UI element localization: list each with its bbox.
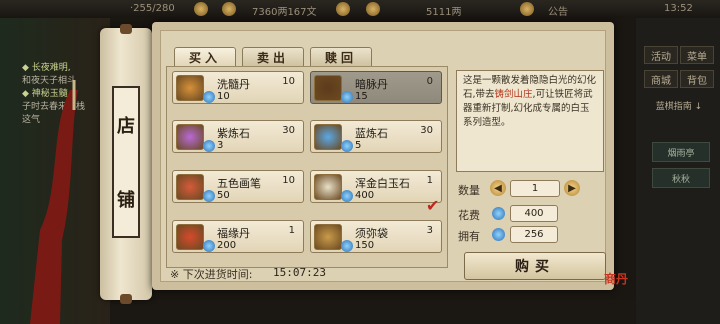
- item-name: 蓝炼石: [355, 127, 388, 140]
- item-price: 10: [217, 91, 230, 102]
- item-price: 15: [355, 91, 368, 102]
- owned-label: 拥有: [458, 230, 480, 243]
- gem-currency-icon: [341, 240, 353, 252]
- item-icon: [176, 124, 204, 150]
- item-qty: 10: [282, 76, 295, 87]
- add-money-icon[interactable]: [336, 2, 350, 16]
- item-name: 五色画笔: [217, 177, 261, 190]
- notice-button[interactable]: 公告: [548, 3, 568, 18]
- buy-button[interactable]: 购买: [464, 252, 606, 280]
- owned-value: 256: [510, 226, 558, 243]
- mall-button[interactable]: 商城: [644, 70, 678, 88]
- gem-currency-icon: [203, 240, 215, 252]
- item-name: 须弥袋: [355, 227, 388, 240]
- item-icon: [176, 224, 204, 250]
- shop-sign-char: 店: [117, 116, 135, 137]
- checkmark-icon: ✔: [426, 196, 440, 215]
- item-icon: [176, 75, 204, 101]
- side-button-yanyuting[interactable]: 烟雨亭: [652, 142, 710, 162]
- shop-seal-stamp: 商丹: [604, 272, 629, 286]
- bottom-toolbar: [110, 300, 636, 324]
- cost-value: 400: [510, 205, 558, 222]
- decrease-arrow-icon[interactable]: ◀: [490, 180, 506, 196]
- item-price: 50: [217, 190, 230, 201]
- ingot-icon: [366, 2, 380, 16]
- item-qty: 1: [288, 225, 295, 236]
- gem-currency-icon: [341, 190, 353, 202]
- side-button-qiuqiu[interactable]: 秋秋: [652, 168, 710, 188]
- item-price: 3: [217, 140, 224, 151]
- gem-currency-icon: [203, 91, 215, 103]
- add-gold-icon[interactable]: [520, 2, 534, 16]
- item-icon: [314, 75, 342, 101]
- restock-label: ※ 下次进货时间:: [170, 268, 253, 281]
- item-qty: 3: [426, 225, 433, 236]
- item-card[interactable]: 暗脉丹 0 15: [310, 71, 442, 104]
- restock-time: 15:07:23: [273, 266, 326, 279]
- clock: 13:52: [664, 3, 693, 14]
- tab-sell[interactable]: 卖出: [242, 47, 304, 67]
- item-icon: [176, 174, 204, 200]
- add-currency-icon[interactable]: [194, 2, 208, 16]
- description-highlight: 铸剑山庄: [494, 89, 533, 100]
- item-description: 这是一颗散发着隐隐白光的幻化石,带去铸剑山庄,可让铁匠将武器重新打制,幻化成专属…: [456, 70, 604, 172]
- top-status-bar: ·255/280 7360两167文 5111两 公告 13:52: [0, 0, 720, 18]
- tab-redeem[interactable]: 赎回: [310, 47, 372, 67]
- item-price: 400: [355, 190, 375, 201]
- item-qty: 0: [426, 76, 433, 87]
- item-card[interactable]: 洗髓丹 10 10: [172, 71, 304, 104]
- item-price: 150: [355, 240, 375, 251]
- item-price: 200: [217, 240, 237, 251]
- increase-arrow-icon[interactable]: ▶: [564, 180, 580, 196]
- gem-currency-icon: [341, 91, 353, 103]
- menu-button[interactable]: 菜单: [680, 46, 714, 64]
- item-icon: [314, 174, 342, 200]
- coin-icon: [222, 2, 236, 16]
- item-card[interactable]: 须弥袋 3 150: [310, 220, 442, 253]
- item-qty: 10: [282, 175, 295, 186]
- item-qty: 30: [420, 125, 433, 136]
- item-qty: 1: [426, 175, 433, 186]
- bag-button[interactable]: 背包: [680, 70, 714, 88]
- item-icon: [314, 124, 342, 150]
- item-name: 洗髓丹: [217, 78, 250, 91]
- quantity-label: 数量: [458, 184, 480, 197]
- item-name: 福缘丹: [217, 227, 250, 240]
- item-card[interactable]: 紫炼石 30 3: [172, 120, 304, 153]
- item-card[interactable]: 五色画笔 10 50: [172, 170, 304, 203]
- item-name: 暗脉丹: [355, 78, 388, 91]
- activity-button[interactable]: 活动: [644, 46, 678, 64]
- item-card[interactable]: 浑金白玉石 1 400: [310, 170, 442, 203]
- gem-currency-icon: [492, 207, 505, 220]
- gem-currency-icon: [203, 140, 215, 152]
- item-qty: 30: [282, 125, 295, 136]
- stamina-value: ·255/280: [130, 3, 175, 14]
- gem-currency-icon: [341, 140, 353, 152]
- guide-label[interactable]: 蓝棋指南 ↓: [644, 96, 714, 114]
- cost-label: 花费: [458, 209, 480, 222]
- item-card[interactable]: 蓝炼石 30 5: [310, 120, 442, 153]
- tassel-decoration: [30, 80, 78, 324]
- item-name: 浑金白玉石: [355, 177, 410, 190]
- item-card[interactable]: 福缘丹 1 200: [172, 220, 304, 253]
- item-name: 紫炼石: [217, 127, 250, 140]
- shop-sign-char: 铺: [117, 190, 135, 211]
- gem-currency-icon: [492, 228, 505, 241]
- quantity-field[interactable]: 1: [510, 180, 560, 197]
- gem-currency-icon: [203, 190, 215, 202]
- gold-value: 5111两: [426, 7, 462, 18]
- item-price: 5: [355, 140, 362, 151]
- money-value: 7360两167文: [252, 7, 317, 18]
- item-icon: [314, 224, 342, 250]
- shop-sign: 店 铺: [112, 86, 140, 238]
- tab-buy[interactable]: 买入: [174, 47, 236, 67]
